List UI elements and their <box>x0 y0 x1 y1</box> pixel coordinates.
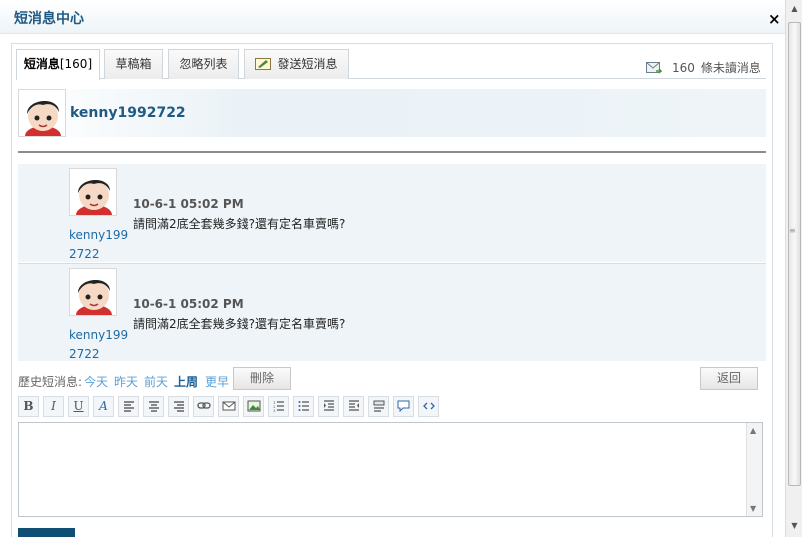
divider <box>18 151 766 153</box>
avatar[interactable] <box>69 168 117 216</box>
message-text: 請問滿2底全套幾多錢?還有定名車賣嗎? <box>133 317 346 331</box>
tab-bar: 短消息[160] 草稿箱 忽略列表 發送短消息 160 條未讀消息 <box>16 49 766 80</box>
history-link-last-week[interactable]: 上周 <box>174 373 198 390</box>
outdent-icon[interactable] <box>343 396 364 417</box>
tab-compose-label: 發送短消息 <box>277 57 338 71</box>
align-left-icon[interactable] <box>118 396 139 417</box>
delete-button[interactable]: 刪除 <box>233 367 291 390</box>
align-center-icon[interactable] <box>143 396 164 417</box>
scroll-up-icon[interactable]: ▲ <box>788 2 801 16</box>
scroll-grip-icon: ≡ <box>789 226 796 235</box>
message-time: 10-6-1 05:02 PM <box>133 297 244 311</box>
image-icon[interactable] <box>243 396 264 417</box>
align-right-icon[interactable] <box>168 396 189 417</box>
message-sender[interactable]: kenny199 2722 <box>69 226 129 264</box>
scrollbar-thumb[interactable] <box>788 22 801 486</box>
indent-icon[interactable] <box>318 396 339 417</box>
italic-button[interactable]: I <box>43 396 64 417</box>
history-link-earlier[interactable]: 更早 <box>205 373 229 390</box>
message-sender[interactable]: kenny199 2722 <box>69 326 129 364</box>
editor-toolbar: B I U A 123 <box>18 396 766 418</box>
compose-icon <box>255 52 272 70</box>
window-title: 短消息中心 <box>14 11 84 27</box>
link-icon[interactable] <box>193 396 214 417</box>
message-editor[interactable] <box>18 422 763 517</box>
avatar[interactable] <box>18 89 66 137</box>
unread-count: 160 <box>672 61 695 75</box>
tab-ignore-list[interactable]: 忽略列表 <box>168 49 239 79</box>
message-item: kenny199 2722 10-6-1 05:02 PM 請問滿2底全套幾多錢… <box>18 263 766 361</box>
underline-button[interactable]: U <box>68 396 89 417</box>
page-scrollbar[interactable]: ▲ ≡ ▼ <box>785 0 802 537</box>
message-sender-line1: kenny199 <box>69 228 129 242</box>
tab-drafts-label: 草稿箱 <box>115 57 152 71</box>
ordered-list-icon[interactable]: 123 <box>268 396 289 417</box>
tab-drafts[interactable]: 草稿箱 <box>104 49 163 79</box>
code-icon[interactable] <box>418 396 439 417</box>
editor-scroll-down-icon[interactable]: ▼ <box>750 504 756 513</box>
send-button[interactable] <box>18 528 75 537</box>
tab-inbox[interactable]: 短消息[160] <box>16 49 100 80</box>
tab-inbox-count: [160] <box>59 57 93 71</box>
bold-button[interactable]: B <box>18 396 39 417</box>
editor-scrollbar[interactable]: ▲ ▼ <box>746 423 762 516</box>
history-link-today[interactable]: 今天 <box>84 373 108 390</box>
tab-inbox-label: 短消息 <box>23 57 60 71</box>
bullet-list-icon[interactable] <box>293 396 314 417</box>
tab-compose[interactable]: 發送短消息 <box>244 49 349 79</box>
message-time: 10-6-1 05:02 PM <box>133 197 244 211</box>
editor-scroll-up-icon[interactable]: ▲ <box>750 426 756 435</box>
email-icon[interactable] <box>218 396 239 417</box>
message-sender-line2: 2722 <box>69 347 100 361</box>
history-link-yesterday[interactable]: 昨天 <box>114 373 138 390</box>
window-titlebar: 短消息中心 × <box>0 0 788 34</box>
message-center-panel: 短消息[160] 草稿箱 忽略列表 發送短消息 160 條未讀消息 kenny1… <box>11 43 773 537</box>
back-button[interactable]: 返回 <box>700 367 758 390</box>
mail-icon <box>646 62 663 78</box>
message-sender-line1: kenny199 <box>69 328 129 342</box>
avatar[interactable] <box>69 268 117 316</box>
scroll-down-icon[interactable]: ▼ <box>788 519 801 533</box>
unread-counter: 160 條未讀消息 <box>646 59 761 78</box>
history-link-day-before[interactable]: 前天 <box>144 373 168 390</box>
message-text: 請問滿2底全套幾多錢?還有定名車賣嗎? <box>133 217 346 231</box>
message-sender-line2: 2722 <box>69 247 100 261</box>
tab-ignore-list-label: 忽略列表 <box>179 57 228 71</box>
partner-name[interactable]: kenny1992722 <box>70 105 186 121</box>
message-item: kenny199 2722 10-6-1 05:02 PM 請問滿2底全套幾多錢… <box>18 164 766 262</box>
font-color-button[interactable]: A <box>93 396 114 417</box>
svg-text:3: 3 <box>273 408 276 412</box>
history-label: 歷史短消息: <box>18 375 83 389</box>
comment-icon[interactable] <box>393 396 414 417</box>
quote-icon[interactable] <box>368 396 389 417</box>
unread-label: 條未讀消息 <box>700 61 761 75</box>
history-bar: 歷史短消息: 今天 昨天 前天 上周 更早 刪除 返回 <box>18 367 766 391</box>
conversation-header: kenny1992722 <box>18 89 766 137</box>
close-icon[interactable]: × <box>768 10 781 28</box>
